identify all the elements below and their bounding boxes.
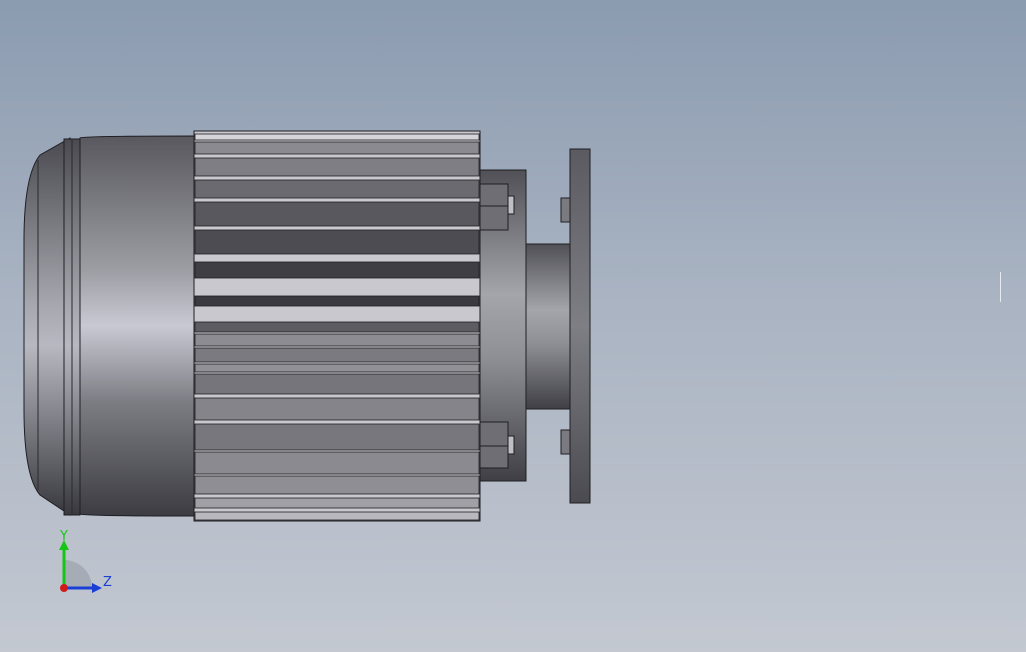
housing-bolt-bottom-tip (507, 435, 515, 455)
cooling-fin (194, 363, 480, 373)
z-axis-arrow (92, 583, 102, 593)
cooling-fin (194, 347, 480, 363)
cooling-fin (194, 333, 480, 347)
cooling-fin (194, 179, 480, 199)
motor-body (79, 135, 196, 517)
cooling-fin (194, 229, 480, 255)
cooling-fin (194, 261, 480, 279)
end-cap (23, 137, 71, 516)
z-axis-label: Z (103, 575, 112, 590)
cooling-fin (194, 157, 480, 177)
mounting-flange (569, 148, 591, 504)
cooling-fin (194, 397, 480, 421)
cooling-fin (194, 475, 480, 495)
cooling-fins (194, 133, 480, 521)
cooling-fin (194, 133, 480, 141)
orientation-triad[interactable]: Y Z (40, 528, 120, 600)
graphics-viewport[interactable]: Y Z (0, 0, 1026, 652)
cooling-fin (194, 511, 480, 521)
housing-bolt-bottom (479, 421, 509, 469)
cooling-fin (194, 451, 480, 475)
cooling-fin (194, 373, 480, 395)
housing-bolt-top-tip (507, 195, 515, 215)
housing-bolt-top (479, 183, 509, 231)
cooling-fin (194, 423, 480, 451)
motor-model[interactable] (0, 0, 1026, 652)
cooling-fin (194, 497, 480, 509)
cooling-fin (194, 321, 480, 333)
y-axis-label: Y (59, 529, 68, 544)
flange-bolt-bottom (560, 429, 571, 455)
cooling-fin (194, 295, 480, 307)
cooling-fin (194, 201, 480, 227)
triad-quadrant (64, 560, 92, 588)
cooling-fin (194, 141, 480, 155)
x-axis-dot (60, 584, 68, 592)
flange-bolt-top (560, 197, 571, 223)
text-cursor-mark (1000, 272, 1001, 302)
shaft-neck (525, 243, 571, 410)
